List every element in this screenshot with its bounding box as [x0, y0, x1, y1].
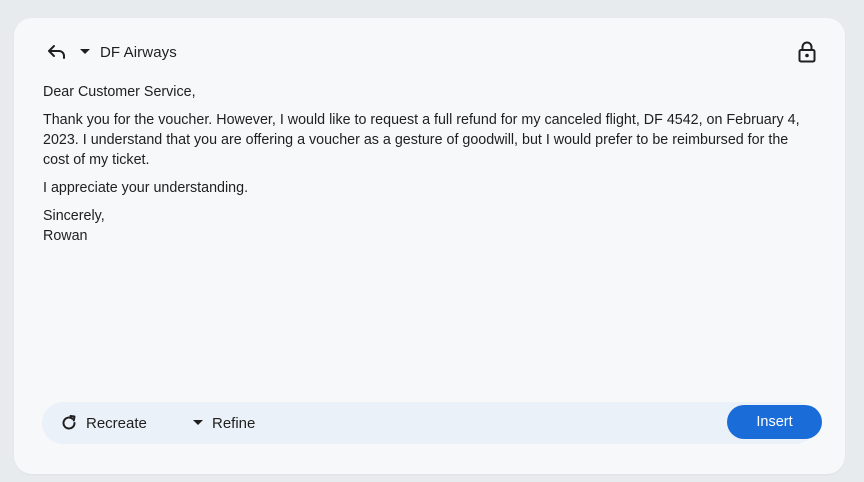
insert-button[interactable]: Insert [727, 405, 822, 439]
greeting-line: Dear Customer Service, [43, 84, 196, 100]
compose-header: DF Airways [46, 40, 177, 64]
recreate-button[interactable]: Recreate [60, 402, 147, 444]
closing-line: Sincerely, [43, 208, 105, 224]
refine-dropdown[interactable]: Refine [192, 402, 255, 444]
signature-name: Rowan [43, 228, 88, 244]
compose-card: DF Airways Dear Customer Service, Thank … [14, 18, 845, 474]
action-bar: Recreate Refine Insert [42, 402, 822, 444]
caret-down-icon[interactable] [78, 45, 92, 59]
body-paragraph-1: Thank you for the voucher. However, I wo… [43, 112, 800, 168]
refine-label: Refine [212, 414, 256, 432]
recreate-label: Recreate [86, 414, 147, 432]
lock-icon[interactable] [796, 40, 818, 64]
message-body[interactable]: Dear Customer Service, Thank you for the… [43, 82, 813, 254]
body-paragraph-2: I appreciate your understanding. [43, 180, 249, 196]
reply-icon[interactable] [46, 41, 68, 63]
caret-down-icon [193, 420, 203, 425]
refresh-icon [62, 415, 76, 430]
recipient-name: DF Airways [100, 43, 177, 61]
signature-block: Sincerely, Rowan [43, 206, 813, 246]
